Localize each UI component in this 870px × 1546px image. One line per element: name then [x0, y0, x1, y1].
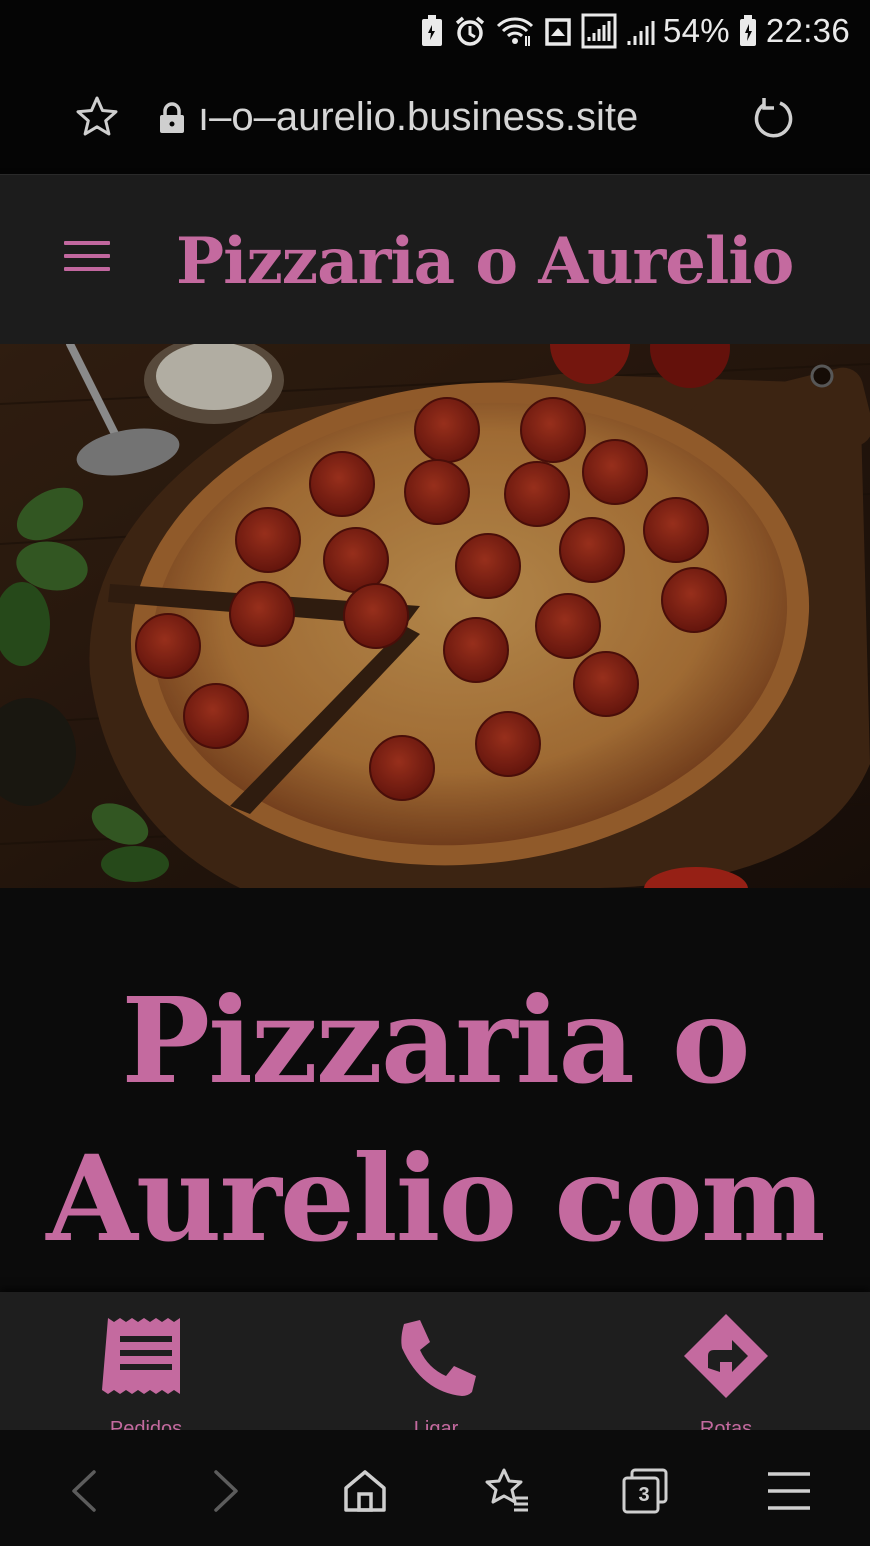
bookmarks-icon[interactable] [482, 1466, 532, 1516]
reload-icon[interactable] [750, 94, 798, 142]
signal-2-icon [627, 21, 655, 45]
home-icon[interactable] [340, 1466, 390, 1516]
hamburger-menu-icon[interactable] [64, 241, 110, 277]
address-bar: ı–o–aurelio.business.site [0, 62, 870, 174]
menu-bar [64, 241, 110, 245]
pizza-photo [0, 344, 870, 888]
headline-line: qualidade [20, 1278, 850, 1292]
clock: 22:36 [765, 12, 850, 49]
menu-icon[interactable] [764, 1466, 814, 1516]
headline-section: Pizzaria o Aurelio com qualidade [0, 888, 870, 1292]
tab-count: 3 [638, 1484, 650, 1506]
hero-image [0, 344, 870, 888]
phone-icon [401, 1320, 476, 1396]
status-icons: 54% 22:36 [419, 8, 850, 54]
directions-button[interactable]: Rotas [676, 1314, 776, 1430]
headline-line: Aurelio com [46, 1129, 825, 1268]
call-label: Ligar [413, 1418, 459, 1430]
directions-label: Rotas [699, 1418, 753, 1430]
receipt-icon [102, 1318, 180, 1394]
url-field[interactable]: ı–o–aurelio.business.site [198, 92, 738, 142]
alarm-icon [455, 16, 485, 46]
order-button[interactable]: Pedidos [96, 1314, 196, 1430]
signal-icon [581, 13, 617, 49]
headline: Pizzaria o Aurelio com qualidade [20, 962, 850, 1292]
forward-icon[interactable] [200, 1466, 250, 1516]
bookmark-star-icon[interactable] [74, 94, 120, 140]
data-saver-icon [545, 18, 571, 46]
battery-saver-icon [421, 15, 442, 46]
menu-bar [64, 267, 110, 271]
tabs-button[interactable]: 3 [620, 1466, 670, 1516]
battery-percent: 54% [662, 12, 730, 49]
browser-navigation-bar: 3 [0, 1430, 870, 1546]
order-label: Pedidos [109, 1418, 183, 1430]
status-bar: 54% 22:36 [0, 0, 870, 62]
action-bar: Pedidos Ligar Rotas [0, 1292, 870, 1430]
back-icon[interactable] [60, 1466, 110, 1516]
site-header: Pizzaria o Aurelio [0, 174, 870, 344]
call-button[interactable]: Ligar [386, 1314, 486, 1430]
directions-icon [684, 1314, 768, 1398]
lock-icon [160, 102, 184, 133]
headline-line: Pizzaria o [121, 971, 750, 1110]
battery-icon [739, 15, 756, 46]
wifi-icon [496, 17, 534, 46]
menu-bar [64, 254, 110, 258]
site-title[interactable]: Pizzaria o Aurelio [176, 219, 836, 305]
